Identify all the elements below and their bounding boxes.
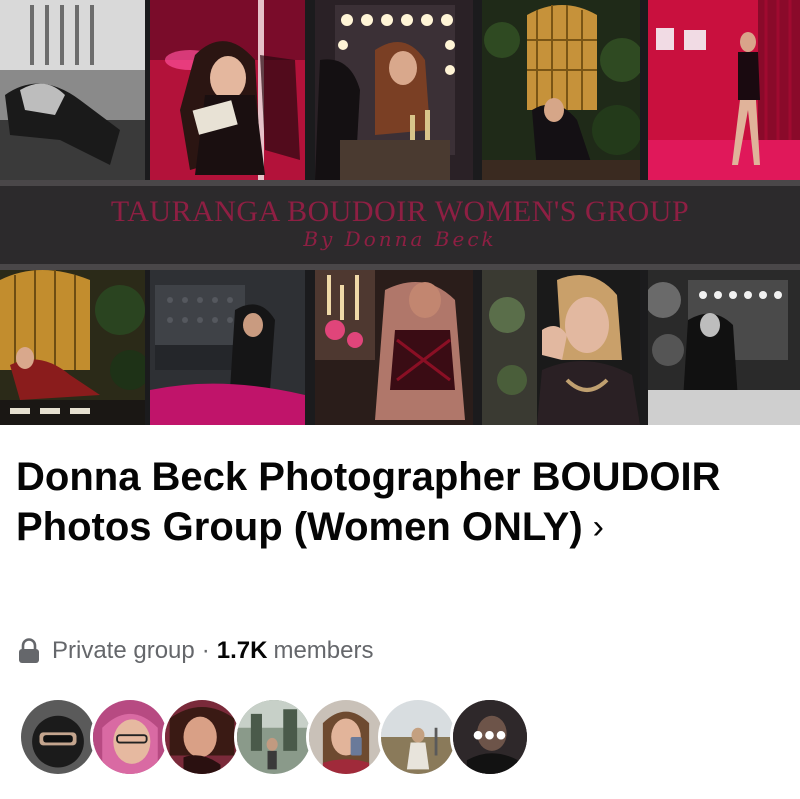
cover-photo-6 bbox=[0, 270, 145, 425]
member-avatar[interactable] bbox=[234, 697, 314, 777]
privacy-label: Private group bbox=[52, 637, 195, 664]
cover-photo-7 bbox=[150, 270, 305, 425]
cover-photo-3 bbox=[315, 0, 473, 180]
chevron-right-icon: › bbox=[592, 508, 604, 546]
cover-photo-5 bbox=[648, 0, 800, 180]
member-avatar[interactable] bbox=[18, 697, 98, 777]
cover-photo-9 bbox=[482, 270, 640, 425]
cover-photo-2 bbox=[150, 0, 305, 180]
members-label: members bbox=[273, 637, 374, 664]
member-avatar[interactable] bbox=[378, 697, 458, 777]
group-meta: Private group · 1.7K members bbox=[18, 633, 373, 669]
meta-separator: · bbox=[201, 637, 210, 664]
member-avatar[interactable] bbox=[162, 697, 242, 777]
cover-photo-1 bbox=[0, 0, 145, 180]
cover-photo-4 bbox=[482, 0, 640, 180]
see-more-members-button[interactable]: ••• bbox=[450, 697, 530, 777]
more-icon: ••• bbox=[472, 719, 508, 752]
cover-photo-10 bbox=[648, 270, 800, 425]
member-avatar[interactable] bbox=[306, 697, 386, 777]
member-avatar[interactable] bbox=[90, 697, 170, 777]
cover-photo-8 bbox=[315, 270, 473, 425]
member-count: 1.7K bbox=[216, 637, 268, 664]
lock-icon bbox=[19, 638, 39, 663]
cover-banner-title: TAURANGA BOUDOIR WOMEN'S GROUP bbox=[110, 195, 690, 228]
group-cover-photo[interactable]: TAURANGA BOUDOIR WOMEN'S GROUP By Donna … bbox=[0, 0, 800, 425]
cover-banner-subtitle: By Donna Beck bbox=[303, 227, 497, 251]
group-title-link[interactable]: Donna Beck Photographer BOUDOIR Photos G… bbox=[16, 452, 776, 554]
member-avatars[interactable]: ••• bbox=[18, 697, 578, 777]
group-name: Donna Beck Photographer BOUDOIR Photos G… bbox=[16, 455, 721, 549]
